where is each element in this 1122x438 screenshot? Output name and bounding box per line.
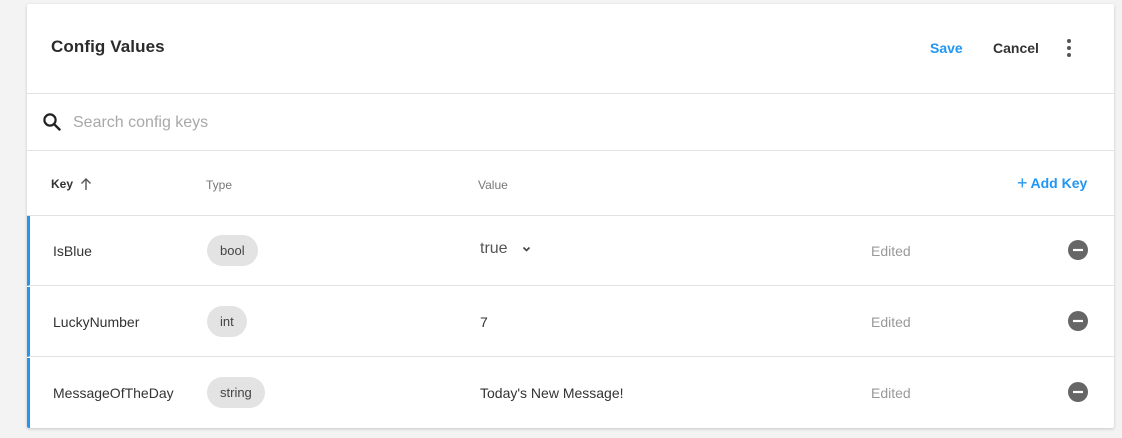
- more-vertical-icon: [1067, 39, 1071, 57]
- row-key: MessageOfTheDay: [53, 385, 174, 401]
- row-status: Edited: [871, 385, 911, 401]
- type-badge: string: [207, 377, 265, 408]
- search-bar: [27, 94, 1114, 151]
- value-dropdown[interactable]: true: [480, 240, 531, 258]
- more-options-button[interactable]: [1063, 37, 1075, 59]
- value-dropdown-selected: true: [480, 240, 508, 257]
- page-title: Config Values: [51, 37, 165, 56]
- row-status: Edited: [871, 243, 911, 259]
- key-column-label: Key: [51, 177, 74, 191]
- value-column-header: Value: [478, 178, 508, 192]
- save-button[interactable]: Save: [930, 40, 963, 56]
- row-status: Edited: [871, 314, 911, 330]
- remove-circle-icon[interactable]: [1068, 382, 1088, 402]
- card-header: Config Values Save Cancel: [27, 4, 1114, 94]
- search-input[interactable]: [71, 109, 675, 137]
- search-icon: [43, 113, 61, 131]
- add-key-button[interactable]: + Add Key: [1017, 173, 1088, 193]
- key-column-header[interactable]: Key: [51, 177, 92, 191]
- table-row: LuckyNumber int 7 Edited: [27, 287, 1114, 357]
- table-row: IsBlue bool true Edited: [27, 216, 1114, 286]
- type-badge: int: [207, 306, 247, 337]
- table-header: Key Type Value + Add Key: [27, 151, 1114, 216]
- row-value[interactable]: 7: [480, 314, 488, 330]
- table-row: MessageOfTheDay string Today's New Messa…: [27, 358, 1114, 428]
- type-badge: bool: [207, 235, 258, 266]
- plus-icon: +: [1017, 173, 1028, 193]
- config-values-card: Config Values Save Cancel Key Type Value: [27, 4, 1114, 428]
- cancel-button[interactable]: Cancel: [993, 40, 1039, 56]
- row-value[interactable]: Today's New Message!: [480, 385, 624, 401]
- remove-circle-icon[interactable]: [1068, 240, 1088, 260]
- remove-circle-icon[interactable]: [1068, 311, 1088, 331]
- type-column-header: Type: [206, 178, 233, 192]
- chevron-down-icon: [522, 246, 530, 252]
- row-key: LuckyNumber: [53, 314, 140, 330]
- row-key: IsBlue: [53, 243, 92, 259]
- add-key-label: Add Key: [1030, 175, 1088, 191]
- arrow-up-icon: [81, 178, 92, 190]
